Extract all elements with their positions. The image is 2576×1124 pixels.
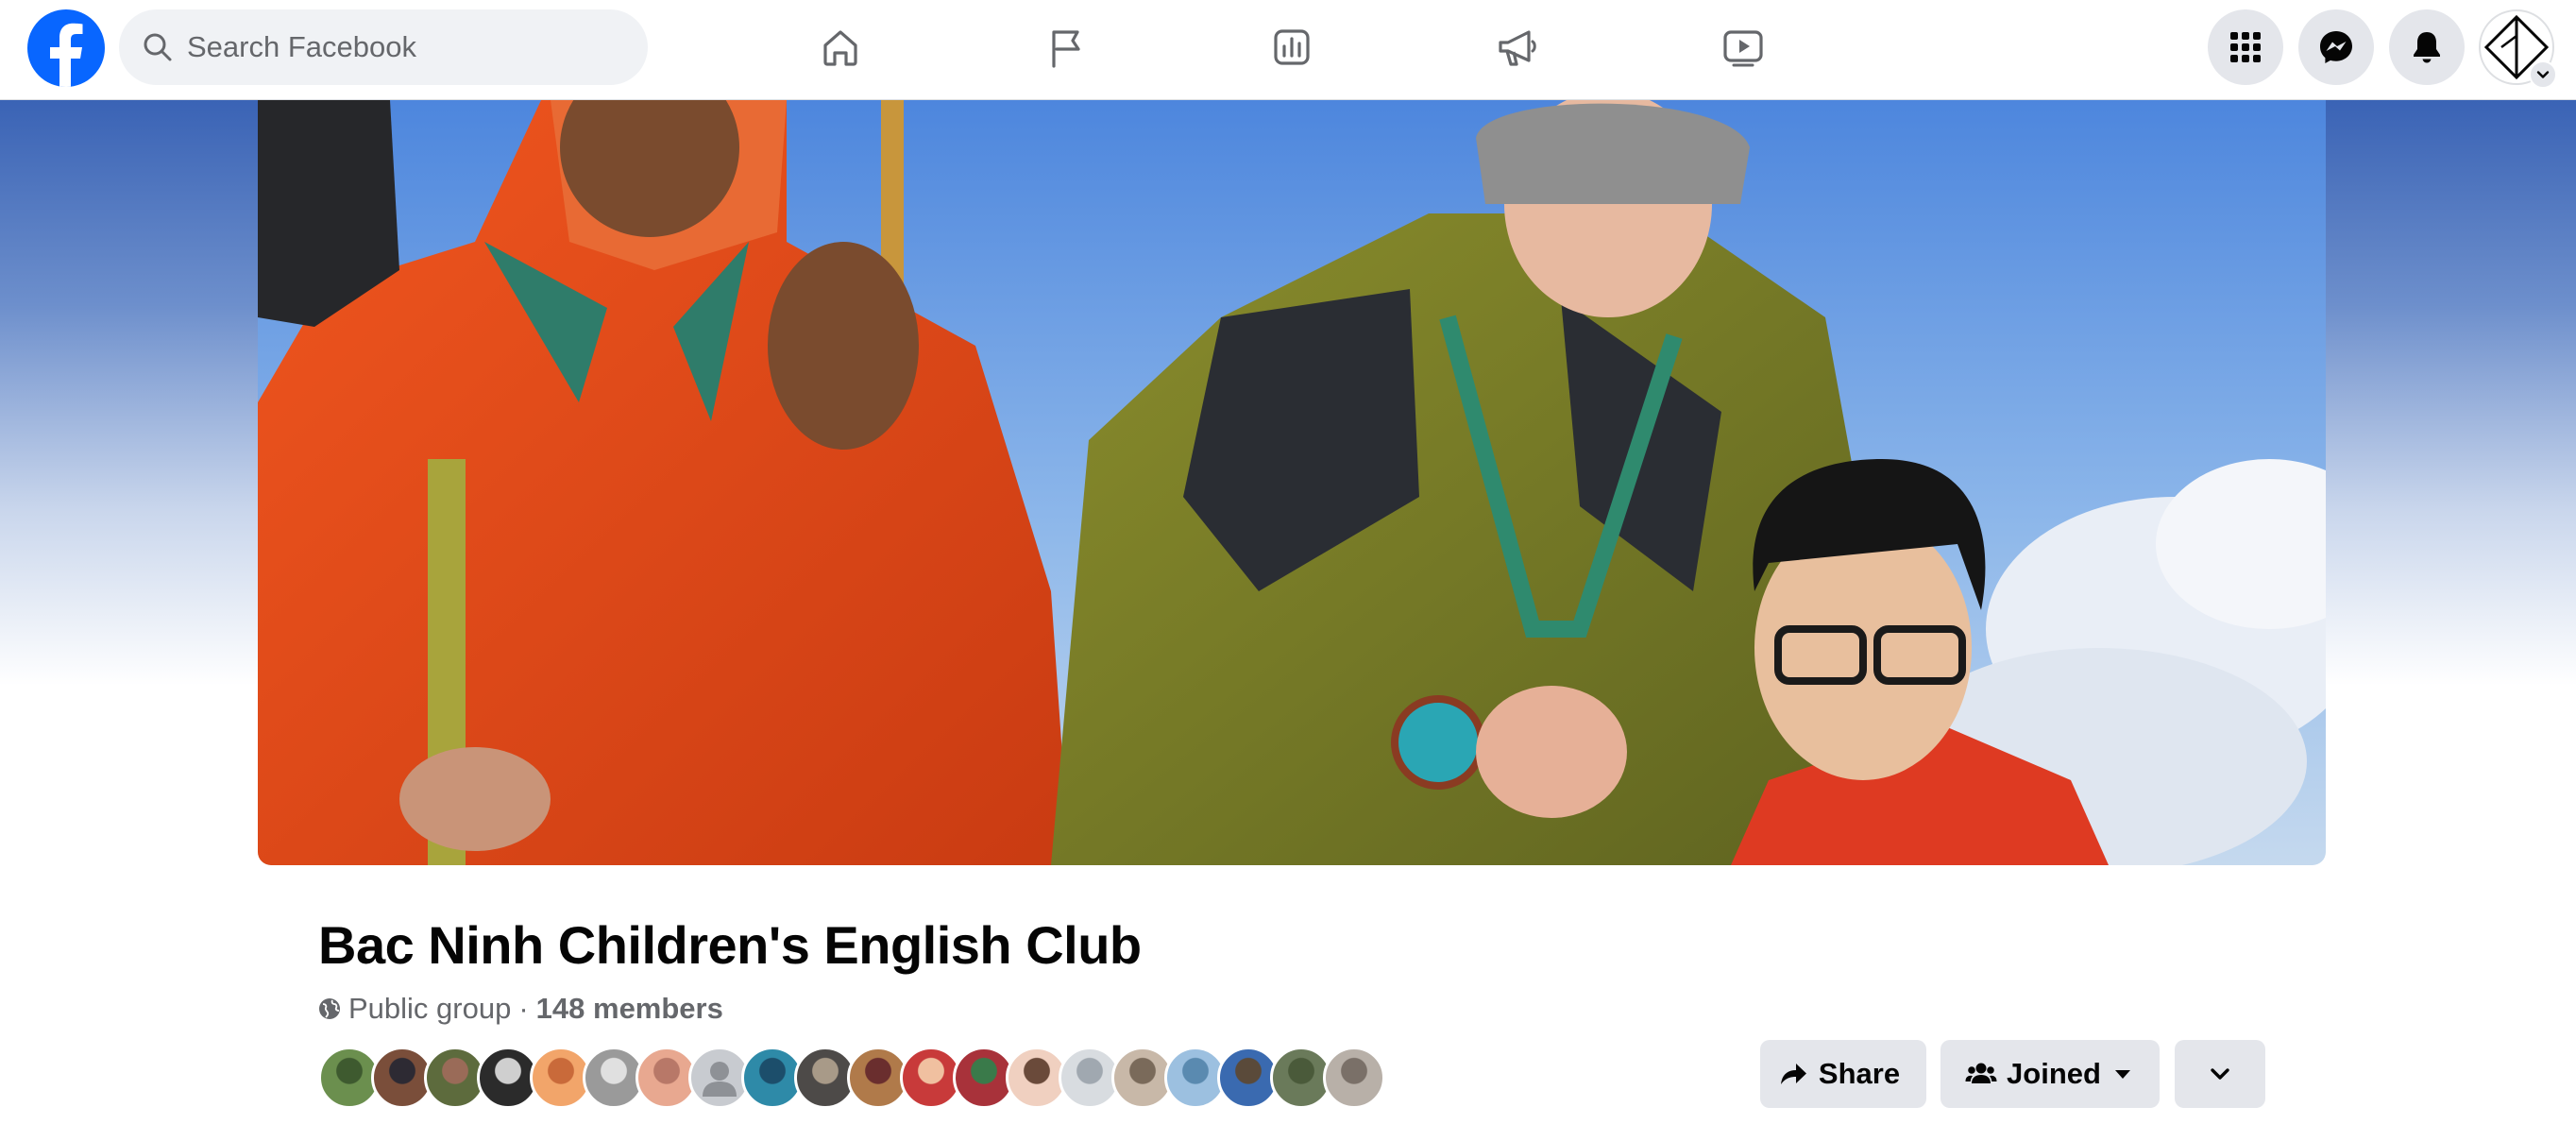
top-navigation-bar [0,0,2576,100]
caret-down-icon [2114,1070,2130,1079]
nav-tab-video[interactable] [1630,0,1856,94]
share-button[interactable]: Share [1760,1040,1926,1108]
joined-button[interactable]: Joined [1940,1040,2160,1108]
member-avatars[interactable] [318,1047,1385,1109]
bell-icon [2414,32,2440,63]
chevron-down-icon [2536,71,2550,78]
nav-tab-ads[interactable] [1404,0,1631,94]
facebook-logo-icon[interactable] [27,9,105,87]
megaphone-icon [1499,30,1536,66]
default-profile-icon [703,1062,737,1097]
share-arrow-icon [1780,1064,1806,1084]
flag-icon [1052,30,1080,68]
group-cover-photo[interactable] [258,100,2326,865]
group-meta: Public group · 148 members [318,992,723,1026]
home-icon [823,30,857,66]
menu-button[interactable] [2208,9,2283,85]
more-options-button[interactable] [2175,1040,2265,1108]
nav-tab-pages[interactable] [953,0,1179,94]
globe-icon [319,998,340,1019]
search-icon [144,33,172,61]
nav-tab-home[interactable] [727,0,954,94]
member-count-link[interactable]: 148 members [536,992,723,1026]
group-name: Bac Ninh Children's English Club [318,915,1142,975]
joined-label: Joined [2007,1057,2101,1090]
share-label: Share [1818,1057,1901,1090]
search-bar[interactable] [119,9,648,85]
account-dropdown-caret[interactable] [2529,60,2557,89]
chevron-down-icon [2211,1068,2229,1080]
search-input[interactable] [187,30,621,64]
video-play-icon [1723,30,1763,67]
notifications-button[interactable] [2389,9,2465,85]
insights-chart-icon [1274,29,1310,65]
messenger-button[interactable] [2298,9,2374,85]
menu-grid-icon [2230,32,2261,62]
nav-tab-insights[interactable] [1178,0,1405,94]
members-icon [1965,1063,1997,1083]
messenger-icon [2320,31,2352,63]
group-privacy-label[interactable]: Public group [348,992,511,1026]
member-avatar[interactable] [1323,1047,1385,1109]
meta-separator: · [518,992,529,1025]
